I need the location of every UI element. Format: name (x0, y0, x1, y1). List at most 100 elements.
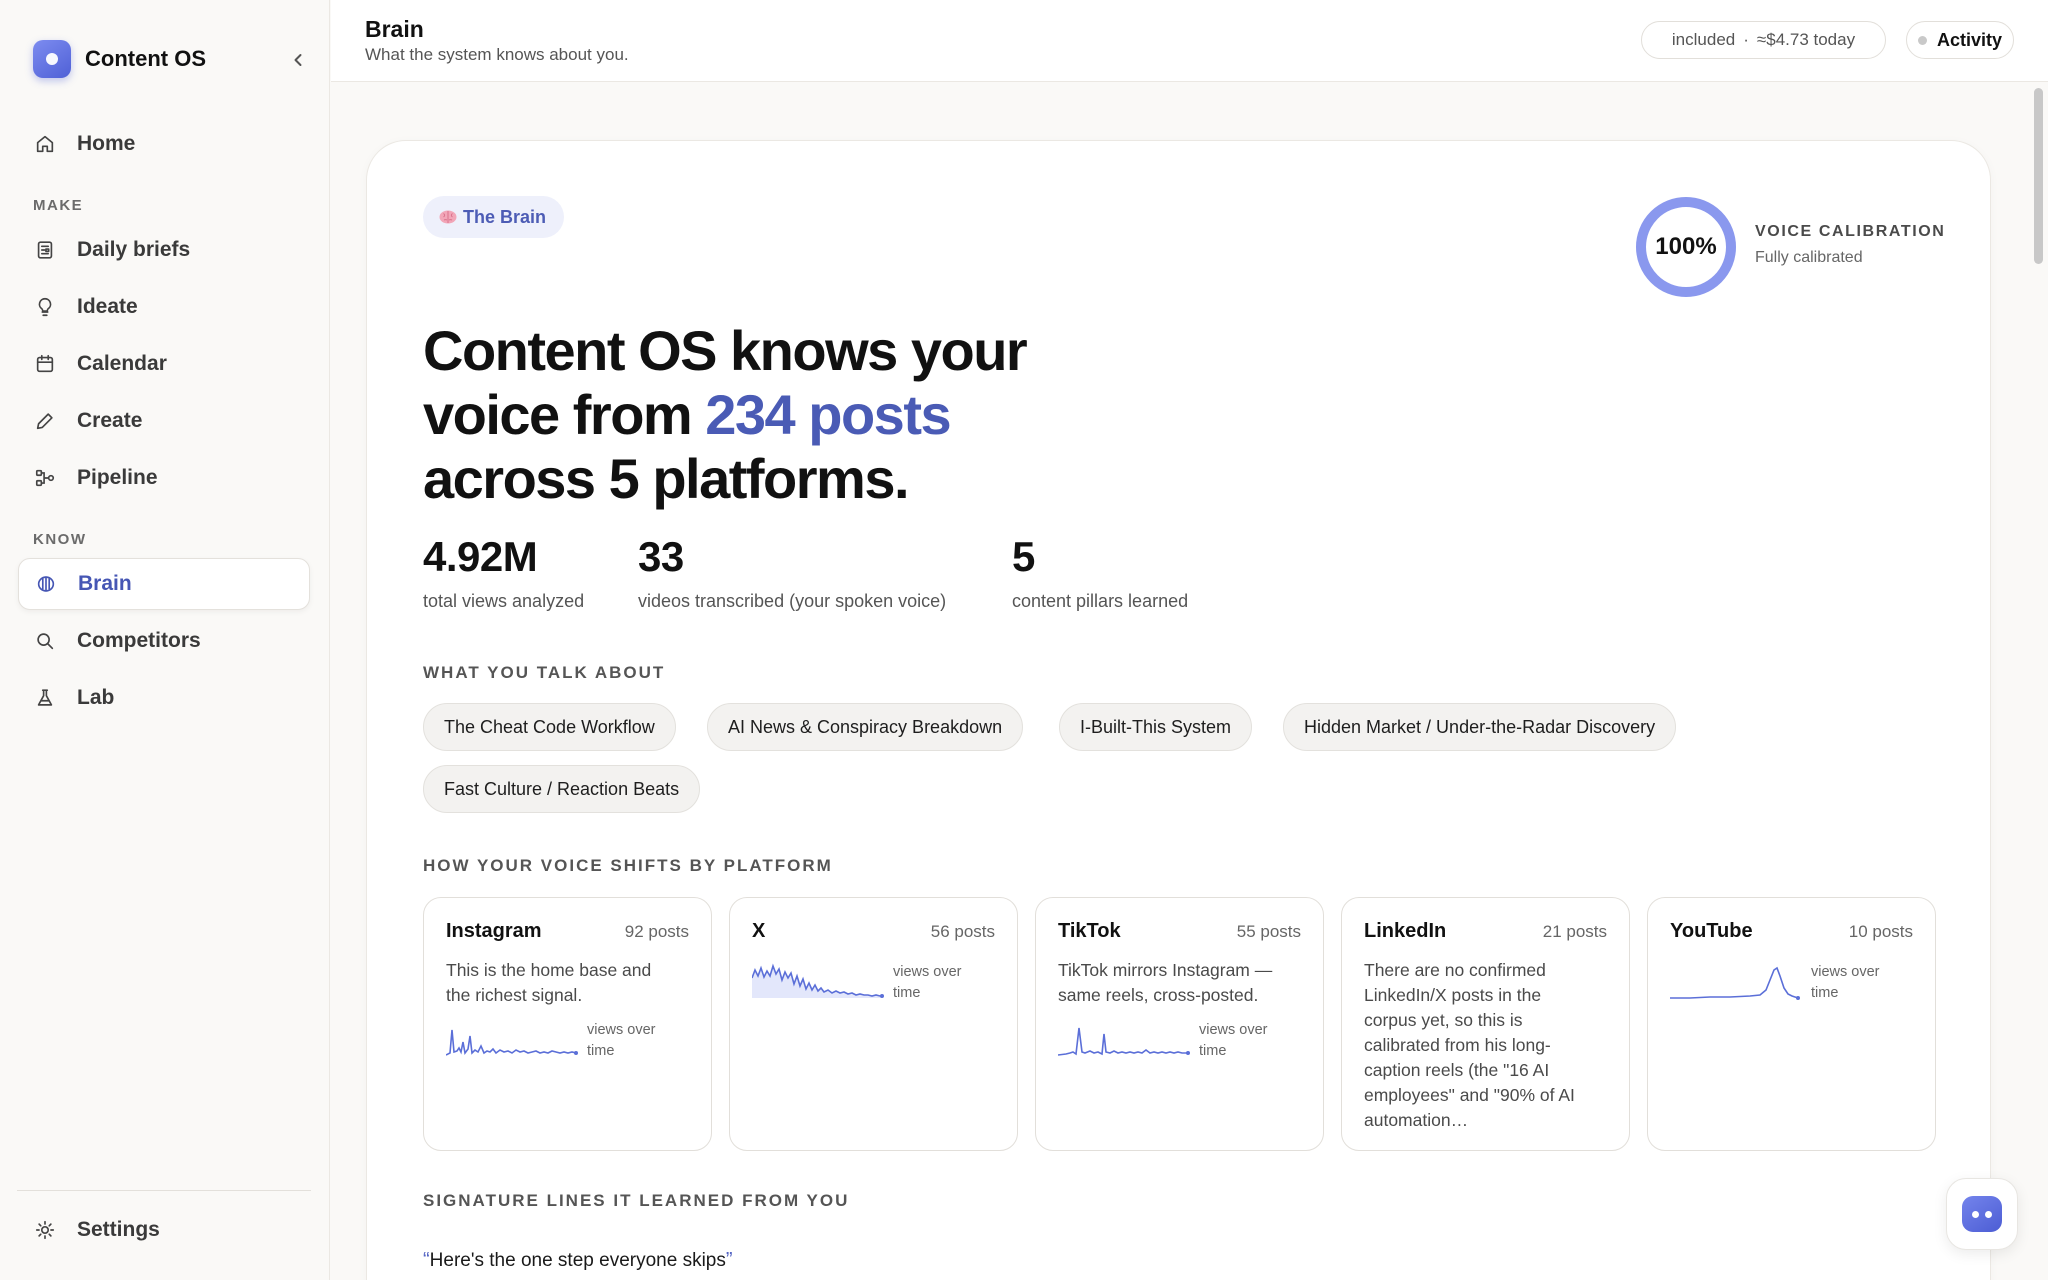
platform-post-count: 55 posts (1236, 922, 1301, 941)
headline-highlight: 234 posts (705, 383, 951, 446)
sidebar-item-home[interactable]: Home (18, 118, 310, 170)
topic-pill[interactable]: AI News & Conspiracy Breakdown (707, 703, 1024, 751)
status-dot-icon (1917, 35, 1927, 45)
brain-headline: Content OS knows your voice from 234 pos… (423, 319, 1123, 511)
sidebar-item-label: Lab (77, 686, 115, 709)
stat-caption: total views analyzed (423, 591, 585, 611)
sidebar-item-calendar[interactable]: Calendar (18, 338, 310, 390)
stat-total-views: 4.92M total views analyzed (423, 533, 584, 612)
sidebar-item-pipeline[interactable]: Pipeline (18, 452, 310, 504)
chevron-left-icon (294, 54, 302, 66)
activity-button[interactable]: Activity (1906, 21, 2014, 59)
lightbulb-icon (38, 297, 52, 317)
sidebar-item-label: Daily briefs (77, 238, 191, 261)
sparkline-caption: views over time (587, 1022, 656, 1059)
page-title: Brain (365, 16, 424, 42)
calibration-status: Fully calibrated (1755, 249, 1863, 266)
app-name: Content OS (85, 46, 206, 71)
sidebar-item-create[interactable]: Create (18, 395, 310, 447)
collapse-sidebar-button[interactable] (286, 48, 310, 72)
sidebar-divider (17, 1190, 311, 1191)
pipeline-icon (35, 469, 55, 487)
platform-post-count: 56 posts (930, 922, 995, 941)
brain-card: The Brain 100% VOICE CALIBRATION Fully c… (366, 140, 1991, 1280)
sidebar-item-daily-briefs[interactable]: Daily briefs (18, 224, 310, 276)
section-label-make: MAKE (33, 197, 84, 214)
platform-post-count: 21 posts (1542, 922, 1607, 941)
topic-pill[interactable]: The Cheat Code Workflow (423, 703, 676, 751)
platform-name: Instagram (446, 920, 542, 942)
platform-post-count: 92 posts (624, 922, 689, 941)
brand[interactable]: Content OS (33, 40, 206, 78)
sidebar-item-label: Home (77, 132, 136, 155)
platform-card-x[interactable]: X 56 posts views over time (729, 897, 1018, 1151)
sidebar-item-settings[interactable]: Settings (18, 1204, 310, 1256)
platform-name: TikTok (1058, 920, 1121, 942)
stat-caption: videos transcribed (your spoken voice) (638, 591, 947, 611)
flask-icon (37, 689, 53, 706)
platform-name: X (752, 920, 766, 942)
views-sparkline (1670, 966, 1800, 1000)
sidebar-item-competitors[interactable]: Competitors (18, 615, 310, 667)
stat-content-pillars: 5 content pillars learned (1012, 533, 1188, 612)
views-sparkline (1058, 1027, 1190, 1056)
search-icon (37, 633, 54, 650)
sparkline-caption: views over time (1199, 1022, 1268, 1059)
sidebar-item-ideate[interactable]: Ideate (18, 281, 310, 333)
sidebar: Content OS Home MAKE Daily briefs Ideate… (0, 0, 330, 1280)
platforms-section-label: HOW YOUR VOICE SHIFTS BY PLATFORM (423, 856, 833, 875)
close-quote-icon: ” (725, 1249, 733, 1271)
newspaper-icon (37, 241, 53, 259)
platform-post-count: 10 posts (1848, 922, 1913, 941)
topic-pill[interactable]: I-Built-This System (1059, 703, 1253, 751)
views-sparkline (446, 1029, 578, 1056)
usage-cost-pill[interactable]: included · ≈$4.73 today (1641, 21, 1886, 59)
separator: · (1743, 30, 1749, 49)
sidebar-item-label: Pipeline (77, 466, 158, 489)
stat-videos-transcribed: 33 videos transcribed (your spoken voice… (638, 533, 946, 612)
sidebar-item-label: Competitors (77, 629, 201, 652)
sidebar-item-label: Calendar (77, 352, 167, 375)
calibration-percent: 100% (1655, 233, 1717, 260)
cost-amount: ≈$4.73 today (1756, 30, 1856, 49)
sparkline-caption: views over time (893, 964, 962, 1001)
stat-caption: content pillars learned (1012, 591, 1189, 611)
section-label-know: KNOW (33, 531, 87, 548)
stat-value: 33 (638, 533, 684, 580)
platform-description: TikTok mirrors Instagram — same reels, c… (1058, 960, 1273, 1005)
signature-line-text: Here's the one step everyone skips (429, 1250, 726, 1271)
platform-card-youtube[interactable]: YouTube 10 posts views over time (1647, 897, 1936, 1151)
stat-value: 5 (1012, 533, 1035, 580)
sidebar-item-lab[interactable]: Lab (18, 672, 310, 724)
calendar-icon (36, 354, 54, 373)
sidebar-item-label: Settings (77, 1218, 160, 1241)
home-icon (36, 135, 54, 153)
headline-text: across 5 platforms. (423, 447, 910, 510)
sidebar-item-label: Ideate (77, 295, 138, 318)
platform-name: YouTube (1670, 920, 1753, 942)
page-subtitle: What the system knows about you. (365, 45, 629, 64)
brain-chip-label: The Brain (463, 206, 547, 227)
sparkline-caption: views over time (1811, 964, 1880, 1001)
platform-card-tiktok[interactable]: TikTok 55 posts TikTok mirrors Instagram… (1035, 897, 1324, 1151)
sidebar-item-label: Brain (78, 572, 132, 595)
brain-icon (37, 576, 55, 592)
assistant-bot-icon (1962, 1196, 2002, 1232)
topic-pill[interactable]: Hidden Market / Under-the-Radar Discover… (1283, 703, 1677, 751)
gear-icon (35, 1220, 55, 1240)
topics-section-label: WHAT YOU TALK ABOUT (423, 663, 666, 682)
brain-chip: The Brain (423, 196, 565, 238)
scrollbar-thumb[interactable] (2034, 88, 2043, 264)
platform-name: LinkedIn (1364, 920, 1447, 942)
app-logo-icon (33, 40, 71, 78)
platform-card-linkedin[interactable]: LinkedIn 21 posts There are no confirmed… (1341, 897, 1630, 1151)
platform-card-instagram[interactable]: Instagram 92 posts This is the home base… (423, 897, 712, 1151)
signature-line: “Here's the one step everyone skips” (423, 1249, 733, 1272)
activity-label: Activity (1936, 29, 2003, 50)
assistant-chat-button[interactable] (1946, 1178, 2018, 1250)
brain-emoji-icon (439, 210, 457, 224)
topic-pill[interactable]: Fast Culture / Reaction Beats (423, 765, 701, 813)
pencil-icon (36, 413, 53, 430)
sidebar-item-brain[interactable]: Brain (18, 558, 310, 610)
calibration-ring: 100% (1633, 194, 1739, 300)
